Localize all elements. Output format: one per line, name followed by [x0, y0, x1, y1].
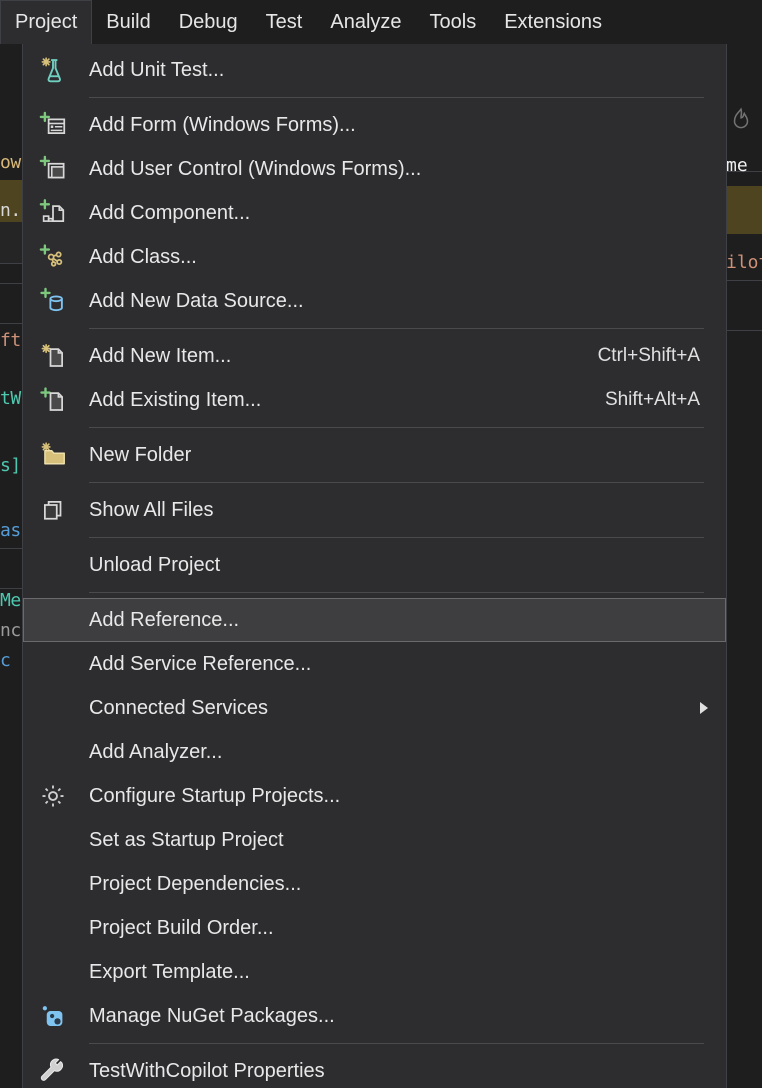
menu-item-label: Unload Project [89, 553, 221, 576]
add-form-icon [31, 103, 75, 147]
submenu-arrow-icon [700, 702, 708, 714]
menu-item-label: Set as Startup Project [89, 828, 284, 851]
main-menu-bar: Project Build Debug Test Analyze Tools Extensi… [0, 0, 762, 44]
background-code-fragment: ilot [726, 252, 762, 273]
copilot-flame-icon [733, 107, 749, 129]
add-user-control-icon [31, 147, 75, 191]
menu-item-export-template[interactable]: Export Template... [23, 950, 726, 994]
menu-separator [89, 427, 704, 428]
menu-item-add-reference[interactable]: Add Reference... [23, 598, 726, 642]
add-data-source-icon [31, 279, 75, 323]
menu-item-add-form-windows-forms[interactable]: Add Form (Windows Forms)... [23, 103, 726, 147]
menu-item-label: Connected Services [89, 696, 268, 719]
menu-item-set-as-startup-project[interactable]: Set as Startup Project [23, 818, 726, 862]
menubar-item-debug[interactable]: Debug [165, 0, 252, 44]
menu-item-project-dependencies[interactable]: Project Dependencies... [23, 862, 726, 906]
menu-item-add-user-control-windows-forms[interactable]: Add User Control (Windows Forms)... [23, 147, 726, 191]
background-divider [726, 330, 762, 331]
gear-icon [31, 774, 75, 818]
menu-item-configure-startup-projects[interactable]: Configure Startup Projects... [23, 774, 726, 818]
background-code-fragment: c [0, 650, 11, 671]
menu-item-add-service-reference[interactable]: Add Service Reference... [23, 642, 726, 686]
menubar-item-analyze[interactable]: Analyze [316, 0, 415, 44]
menu-item-label: Add New Item... [89, 344, 232, 367]
menu-item-manage-nuget-packages[interactable]: Manage NuGet Packages... [23, 994, 726, 1038]
menu-item-label: New Folder [89, 443, 192, 466]
menubar-item-build[interactable]: Build [92, 0, 164, 44]
menu-item-project-build-order[interactable]: Project Build Order... [23, 906, 726, 950]
menu-item-label: Add Form (Windows Forms)... [89, 113, 356, 136]
menu-item-new-folder[interactable]: New Folder [23, 433, 726, 477]
menu-item-add-unit-test[interactable]: Add Unit Test... [23, 48, 726, 92]
new-item-icon [31, 334, 75, 378]
menu-item-shortcut: Ctrl+Shift+A [597, 345, 700, 366]
add-component-icon [31, 191, 75, 235]
menu-separator [89, 592, 704, 593]
menu-separator [89, 482, 704, 483]
menu-item-add-new-data-source[interactable]: Add New Data Source... [23, 279, 726, 323]
menu-item-add-analyzer[interactable]: Add Analyzer... [23, 730, 726, 774]
existing-item-icon [31, 378, 75, 422]
flask-sparkle-icon [31, 48, 75, 92]
menubar-item-project[interactable]: Project [0, 0, 93, 44]
project-dropdown-menu: Add Unit Test... Add Form (Windows Forms)… [22, 44, 727, 1088]
wrench-icon [31, 1049, 75, 1088]
menubar-item-tools[interactable]: Tools [416, 0, 491, 44]
menu-item-connected-services[interactable]: Connected Services [23, 686, 726, 730]
menu-item-label: Configure Startup Projects... [89, 784, 341, 807]
menu-item-label: TestWithCopilot Properties [89, 1059, 325, 1082]
background-code-fragment: s] [0, 455, 21, 476]
visual-studio-window: own.cfttWs]asMencc meilot ProjectBuildDe… [0, 0, 762, 1088]
menu-item-add-existing-item[interactable]: Add Existing Item... Shift+Alt+A [23, 378, 726, 422]
add-class-icon [31, 235, 75, 279]
menu-item-label: Add Analyzer... [89, 740, 223, 763]
nuget-icon [31, 994, 75, 1038]
menu-separator [89, 328, 704, 329]
background-code-fragment: ow [0, 152, 21, 173]
background-code-fragment: as [0, 520, 21, 541]
background-code-fragment: me [726, 155, 748, 176]
background-divider [726, 280, 762, 281]
menu-item-show-all-files[interactable]: Show All Files [23, 488, 726, 532]
menu-item-label: Export Template... [89, 960, 250, 983]
background-code-fragment: nc [0, 620, 21, 641]
background-right-strip: me ilot [726, 40, 762, 1088]
menu-item-label: Show All Files [89, 498, 214, 521]
menu-separator [89, 97, 704, 98]
background-code-fragment: tW [0, 388, 21, 409]
background-code-fragment: Me [0, 590, 21, 611]
menu-item-label: Add Component... [89, 201, 251, 224]
show-all-files-icon [31, 488, 75, 532]
menu-separator [89, 1043, 704, 1044]
new-folder-icon [31, 433, 75, 477]
menu-item-label: Add Reference... [89, 608, 240, 631]
menubar-item-extensions[interactable]: Extensions [490, 0, 616, 44]
menu-item-label: Add Unit Test... [89, 58, 225, 81]
background-tab-highlight [726, 186, 762, 234]
menu-item-add-class[interactable]: Add Class... [23, 235, 726, 279]
menu-item-label: Add User Control (Windows Forms)... [89, 157, 422, 180]
menu-item-add-component[interactable]: Add Component... [23, 191, 726, 235]
menu-item-label: Add Service Reference... [89, 652, 312, 675]
menu-item-label: Add New Data Source... [89, 289, 304, 312]
menubar-item-test[interactable]: Test [252, 0, 317, 44]
menu-item-unload-project[interactable]: Unload Project [23, 543, 726, 587]
menu-item-label: Project Build Order... [89, 916, 274, 939]
background-code-fragment: ft [0, 330, 21, 351]
menu-item-label: Manage NuGet Packages... [89, 1004, 335, 1027]
menu-item-label: Project Dependencies... [89, 872, 302, 895]
menu-item-shortcut: Shift+Alt+A [604, 389, 700, 410]
menu-separator [89, 537, 704, 538]
menu-item-label: Add Existing Item... [89, 388, 262, 411]
menu-item-add-new-item[interactable]: Add New Item... Ctrl+Shift+A [23, 334, 726, 378]
menu-item-testwithcopilot-properties[interactable]: TestWithCopilot Properties [23, 1049, 726, 1088]
menu-item-label: Add Class... [89, 245, 197, 268]
